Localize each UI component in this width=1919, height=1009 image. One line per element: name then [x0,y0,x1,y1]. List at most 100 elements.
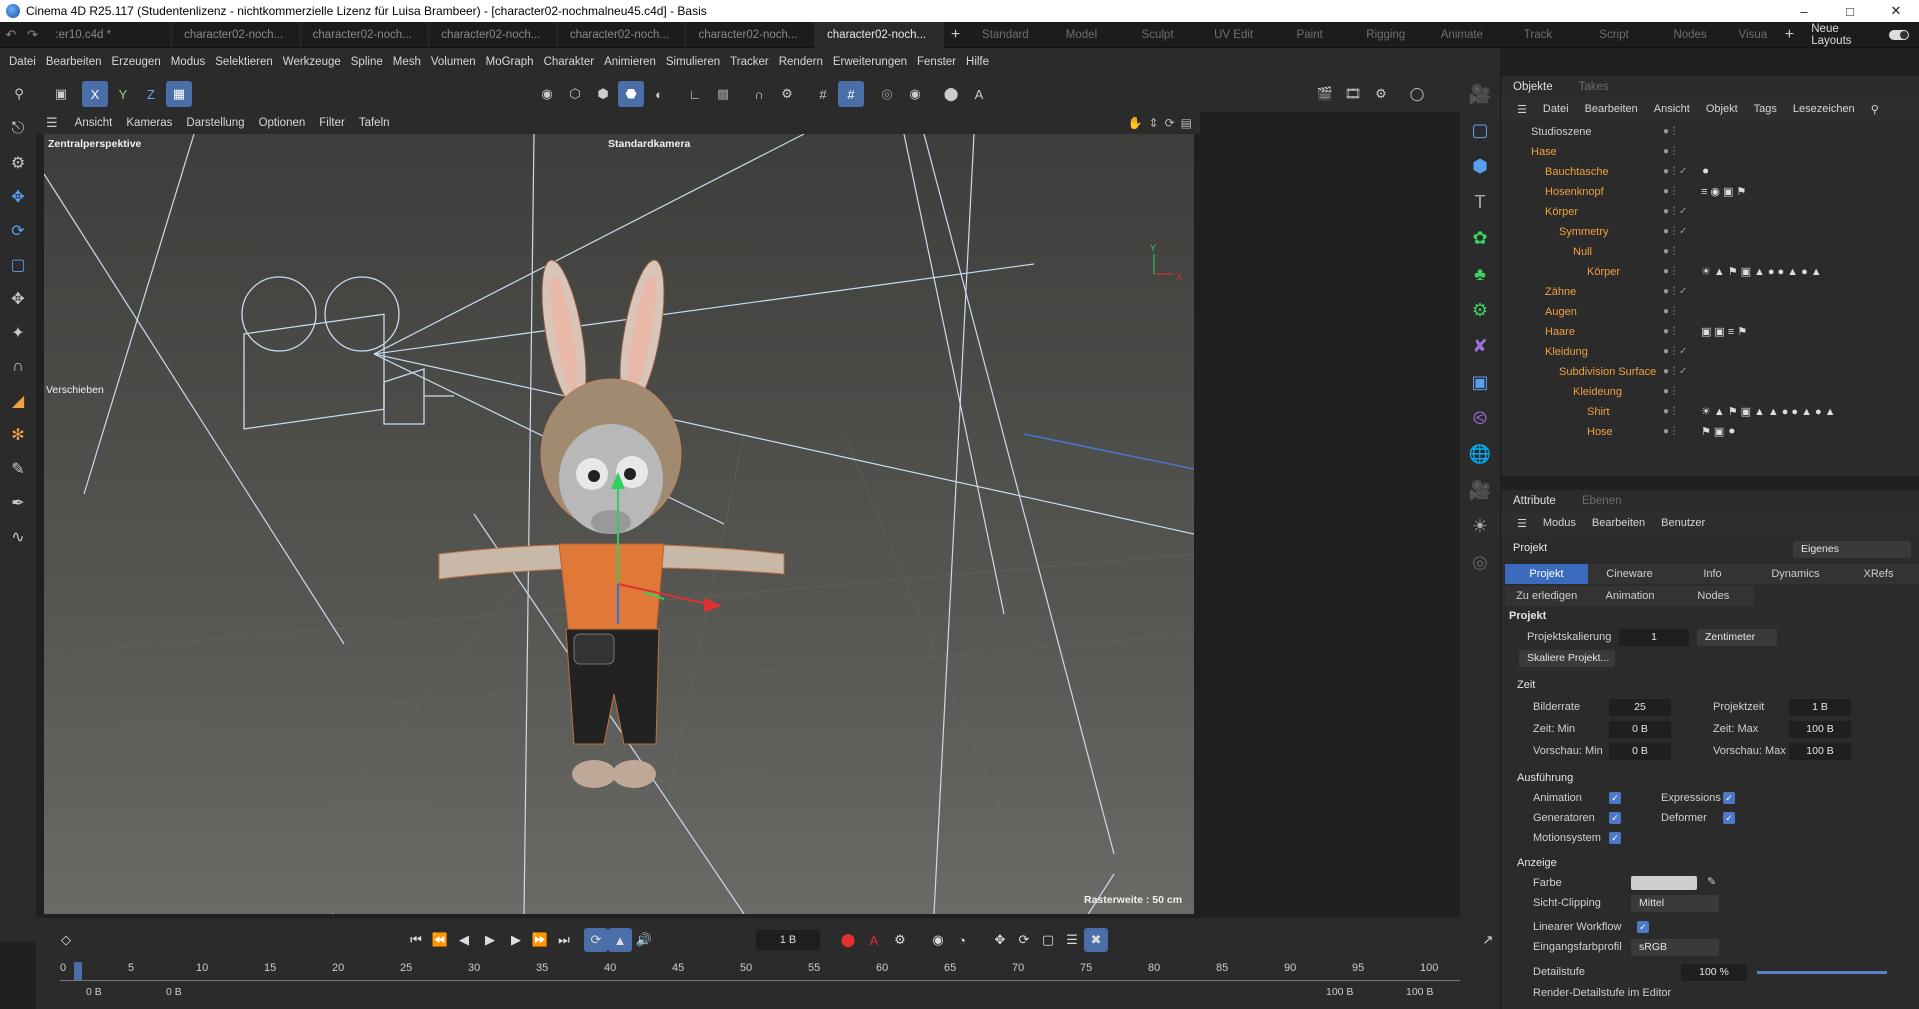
vp-menu-ansicht[interactable]: Ansicht [68,117,120,129]
object-row[interactable]: Null ●⋮ [1501,242,1919,262]
object-row[interactable]: Augen ●⋮ [1501,302,1919,322]
next-key-icon[interactable]: ⏩ [528,928,552,952]
animation-checkbox[interactable]: ✓ [1609,792,1621,804]
scale-project-button[interactable]: Skaliere Projekt... [1519,650,1615,667]
range-end[interactable]: 100 B [1326,986,1353,998]
spline-icon[interactable]: ⧀ [1460,400,1500,436]
expressions-checkbox[interactable]: ✓ [1723,792,1735,804]
sound-icon[interactable]: 🔊 [632,928,656,952]
object-row[interactable]: Hase ●⋮ [1501,142,1919,162]
workplane-icon[interactable]: # [838,81,864,107]
menu-datei[interactable]: Datei [4,56,41,68]
visibility-dots[interactable]: ●⋮✓ [1663,342,1687,362]
object-row[interactable]: Körper ●⋮ ☀▲⚑▣▲●●▲●▲ [1501,262,1919,282]
attr-menu-bearbeiten[interactable]: Bearbeiten [1584,517,1653,529]
object-row[interactable]: Haare ●⋮ ▣▣≡⚑ [1501,322,1919,342]
polygons-mode-icon[interactable]: ⬢ [590,81,616,107]
visibility-dots[interactable]: ●⋮ [1663,402,1679,422]
minimize-icon[interactable]: – [1781,4,1827,19]
tag-icons[interactable]: ⚑▣⚫ [1701,422,1739,442]
obj-menu-ansicht[interactable]: Ansicht [1646,103,1698,115]
projektzeit-field[interactable]: 1 B [1789,699,1851,716]
hamburger-icon[interactable]: ☰ [1509,103,1535,116]
menu-spline[interactable]: Spline [346,56,388,68]
tab-nodes[interactable]: Nodes [1671,586,1755,606]
tab-projekt[interactable]: Projekt [1505,564,1588,584]
visibility-dots[interactable]: ●⋮ [1663,422,1679,442]
tab-animation[interactable]: Animation [1588,586,1672,606]
detailstufe-field[interactable]: 100 % [1681,964,1747,981]
visibility-dots[interactable]: ●⋮ [1663,182,1679,202]
select-tool-icon[interactable]: ⎋ [0,112,36,146]
visibility-dots[interactable]: ●⋮ [1663,142,1679,162]
grid-icon[interactable]: # [810,81,836,107]
points-mode-icon[interactable]: ◉ [534,81,560,107]
doc-tab-active[interactable]: character02-noch... [815,21,944,48]
zeitmin-field[interactable]: 0 B [1609,721,1671,738]
key-pla-icon[interactable]: ✖ [1084,928,1108,952]
menu-bearbeiten[interactable]: Bearbeiten [41,56,107,68]
search-icon[interactable]: ⚲ [6,81,32,107]
field-icon[interactable]: ▣ [1460,364,1500,400]
workspace-paint[interactable]: Paint [1272,29,1348,41]
workspace-model[interactable]: Model [1043,29,1119,41]
place-tool-icon[interactable]: ✦ [0,316,36,350]
menu-erweiterungen[interactable]: Erweiterungen [828,56,912,68]
record-icon[interactable]: ⬤ [836,928,860,952]
menu-modus[interactable]: Modus [166,56,211,68]
range-start-2[interactable]: 0 B [166,986,182,998]
tab-info[interactable]: Info [1671,564,1754,584]
doc-tab[interactable]: character02-noch... [686,21,816,48]
workspace-sculpt[interactable]: Sculpt [1120,29,1196,41]
generator-icon[interactable]: ✿ [1460,220,1500,256]
cube-icon[interactable]: ▢ [1460,112,1500,148]
text-icon[interactable]: T [1460,184,1500,220]
color-swatch[interactable] [1631,876,1697,890]
environment-icon[interactable]: 🌐 [1460,436,1500,472]
unit-dropdown[interactable]: Zentimeter [1697,629,1777,646]
visibility-dots[interactable]: ●⋮✓ [1663,202,1687,222]
vp-menu-tafeln[interactable]: Tafeln [352,117,397,129]
axis-mode-icon[interactable]: ∟ [682,81,708,107]
key-scale-icon[interactable]: ▢ [1036,928,1060,952]
vp-menu-filter[interactable]: Filter [312,117,352,129]
eingangsfarbprofil-dropdown[interactable]: sRGB [1631,939,1719,956]
menu-volumen[interactable]: Volumen [426,56,481,68]
texture-mode-icon[interactable]: ◐ [646,81,672,107]
tab-attribute[interactable]: Attribute [1513,495,1556,507]
attr-menu-modus[interactable]: Modus [1535,517,1584,529]
projektskalierung-field[interactable]: 1 [1619,629,1689,646]
visibility-dots[interactable]: ●⋮ [1663,302,1679,322]
light-icon[interactable]: ☀ [1460,508,1500,544]
visibility-dots[interactable]: ●⋮ [1663,382,1679,402]
snap-icon[interactable]: ∩ [746,81,772,107]
soft-selection-icon[interactable]: ◎ [874,81,900,107]
3d-viewport[interactable]: X Y Zentralperspektive Standardkamera Ve… [44,134,1194,914]
menu-selektieren[interactable]: Selektieren [210,56,278,68]
next-frame-icon[interactable]: ▶ [504,928,528,952]
menu-werkzeuge[interactable]: Werkzeuge [278,56,346,68]
range-bar[interactable]: 0 B 0 B 100 B 100 B [46,986,1486,1006]
tab-cineware[interactable]: Cineware [1588,564,1671,584]
object-row[interactable]: Bauchtasche ●⋮✓ ⚫ [1501,162,1919,182]
prev-frame-icon[interactable]: ◀ [452,928,476,952]
workspace-rigging[interactable]: Rigging [1348,29,1424,41]
object-row[interactable]: Shirt ●⋮ ☀▲⚑▣▲▲●●▲●▲ [1501,402,1919,422]
object-row[interactable]: Zähne ●⋮✓ [1501,282,1919,302]
preview-range-icon[interactable]: ▲ [608,928,632,952]
generatoren-checkbox[interactable]: ✓ [1609,812,1621,824]
add-workspace-icon[interactable]: + [1778,26,1802,44]
close-icon[interactable]: ✕ [1873,3,1919,19]
pen-icon[interactable]: ✒ [0,486,36,520]
sicht-clipping-dropdown[interactable]: Mittel [1631,895,1719,912]
lock-icon[interactable]: ⬤ [938,81,964,107]
layouts-switch[interactable]: Neue Layouts [1801,23,1919,47]
workflow-a-icon[interactable]: A [966,81,992,107]
camera-icon[interactable]: 🎥 [1460,472,1500,508]
menu-animieren[interactable]: Animieren [599,56,661,68]
obj-menu-tags[interactable]: Tags [1746,103,1785,115]
mode-dropdown[interactable]: Eigenes [1793,541,1911,558]
doc-tab[interactable]: character02-noch... [429,21,558,48]
axis-y-button[interactable]: Y [110,81,136,107]
auto-key-icon[interactable]: A [862,928,886,952]
